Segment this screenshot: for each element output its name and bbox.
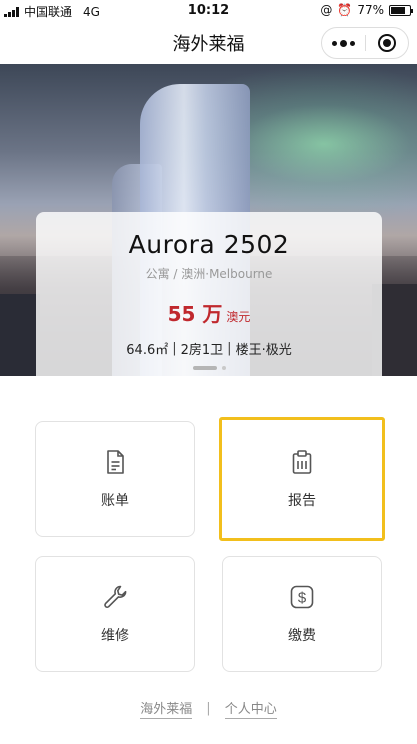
footer-links: 海外莱福 | 个人中心 [0, 698, 417, 719]
bill-tile[interactable]: 账单 [35, 421, 195, 537]
spec-separator: | [227, 341, 232, 356]
more-button[interactable] [322, 28, 365, 58]
dollar-icon: $ [290, 585, 314, 609]
fee-tile[interactable]: $ 缴费 [222, 556, 382, 672]
footer-link-home[interactable]: 海外莱福 [140, 698, 193, 719]
battery-fill [391, 6, 405, 14]
close-miniapp-button[interactable] [366, 28, 409, 58]
battery-icon [389, 4, 413, 16]
more-dots-icon [331, 39, 355, 47]
repair-label: 维修 [101, 628, 129, 644]
footer-separator: | [206, 701, 211, 716]
pager-active [192, 366, 217, 370]
building-left [0, 294, 40, 376]
status-right: @ ⏰ 77% [320, 3, 413, 17]
property-name: Aurora 2502 [128, 230, 290, 259]
spec-area: 64.6㎡ [126, 343, 169, 358]
clipboard-icon [292, 450, 312, 474]
price-value: 55 万 [167, 302, 223, 326]
report-tile[interactable]: 报告 [219, 417, 385, 541]
at-sign-icon: @ [320, 3, 333, 17]
wrench-icon [104, 585, 127, 608]
price-unit: 澳元 [226, 310, 251, 324]
fee-label: 缴费 [288, 628, 316, 644]
footer-link-profile[interactable]: 个人中心 [224, 698, 277, 719]
status-bar: 中国联通 4G 10:12 @ ⏰ 77% [0, 0, 417, 22]
carousel-pager [36, 366, 382, 370]
report-label: 报告 [288, 493, 316, 509]
spec-row: 64.6㎡ | 2房1卫 | 楼王·极光 [36, 339, 382, 358]
property-info-card: Aurora 2502 公寓 / 澳洲·Melbourne 55 万 澳元 64… [36, 212, 382, 376]
spec-feature: 楼王·极光 [235, 343, 292, 358]
property-type: 公寓 / 澳洲·Melbourne [145, 267, 273, 281]
price-row: 55 万 澳元 [36, 298, 382, 327]
battery-percent: 77% [357, 3, 384, 17]
bill-label: 账单 [101, 493, 129, 509]
document-icon [107, 450, 124, 474]
spec-separator: | [172, 341, 177, 356]
svg-text:$: $ [298, 590, 307, 607]
property-hero[interactable]: Aurora 2502 公寓 / 澳洲·Melbourne 55 万 澳元 64… [0, 64, 417, 376]
miniapp-capsule [321, 27, 409, 59]
alarm-icon: ⏰ [337, 3, 353, 17]
spec-rooms: 2房1卫 [180, 343, 224, 358]
nav-bar: 海外莱福 [0, 22, 417, 64]
pager-dot [221, 366, 226, 370]
target-icon [377, 34, 396, 52]
repair-tile[interactable]: 维修 [35, 556, 195, 672]
